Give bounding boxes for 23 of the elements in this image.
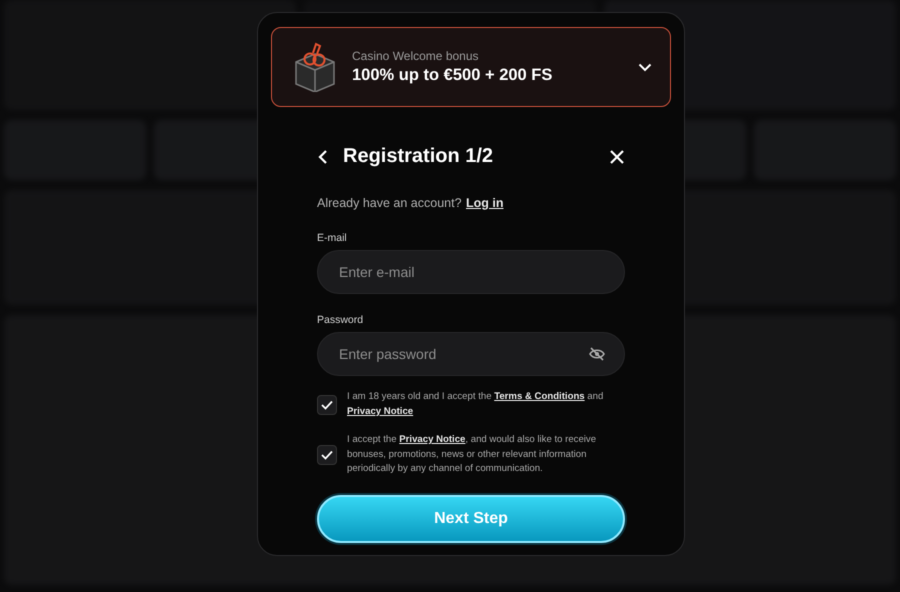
chevron-icon[interactable]: [638, 62, 652, 72]
bonus-caption: Casino Welcome bonus: [352, 49, 480, 63]
back-button[interactable]: [317, 148, 329, 164]
policy-link[interactable]: Privacy Notice: [347, 406, 414, 416]
field-label: Password: [317, 314, 364, 326]
password-field[interactable]: Enter password: [317, 332, 625, 376]
eye-off-icon[interactable]: [589, 347, 605, 361]
field-label: E-mail: [317, 232, 348, 244]
checkbox[interactable]: [317, 394, 337, 414]
policy-link[interactable]: Terms & Conditions: [494, 391, 585, 402]
login-prompt: Already have an account?: [317, 196, 462, 210]
bonus-title: 100% up to €500 + 200 FS: [352, 66, 554, 85]
consent-text: I am 18 years old and I accept the Terms & Conditions and Privacy Notice: [347, 390, 604, 418]
consent-text: I accept the Privacy Notice, and would also like to receive bonuses, promotions, news or other relevant information periodically by any channel of communication.: [347, 433, 598, 476]
checkbox[interactable]: [317, 444, 337, 465]
check-icon: [321, 400, 333, 410]
policy-link[interactable]: Privacy Notice: [399, 434, 466, 445]
bonus-banner[interactable]: Casino Welcome bonus 100% up to €500 + 200 FS: [271, 27, 671, 107]
dialog-title: Registration 1/2: [343, 145, 494, 168]
email-field[interactable]: Enter e-mail: [317, 250, 625, 294]
login-link[interactable]: Log in: [466, 196, 504, 210]
check-icon: [321, 450, 333, 460]
close-button[interactable]: [609, 148, 625, 164]
